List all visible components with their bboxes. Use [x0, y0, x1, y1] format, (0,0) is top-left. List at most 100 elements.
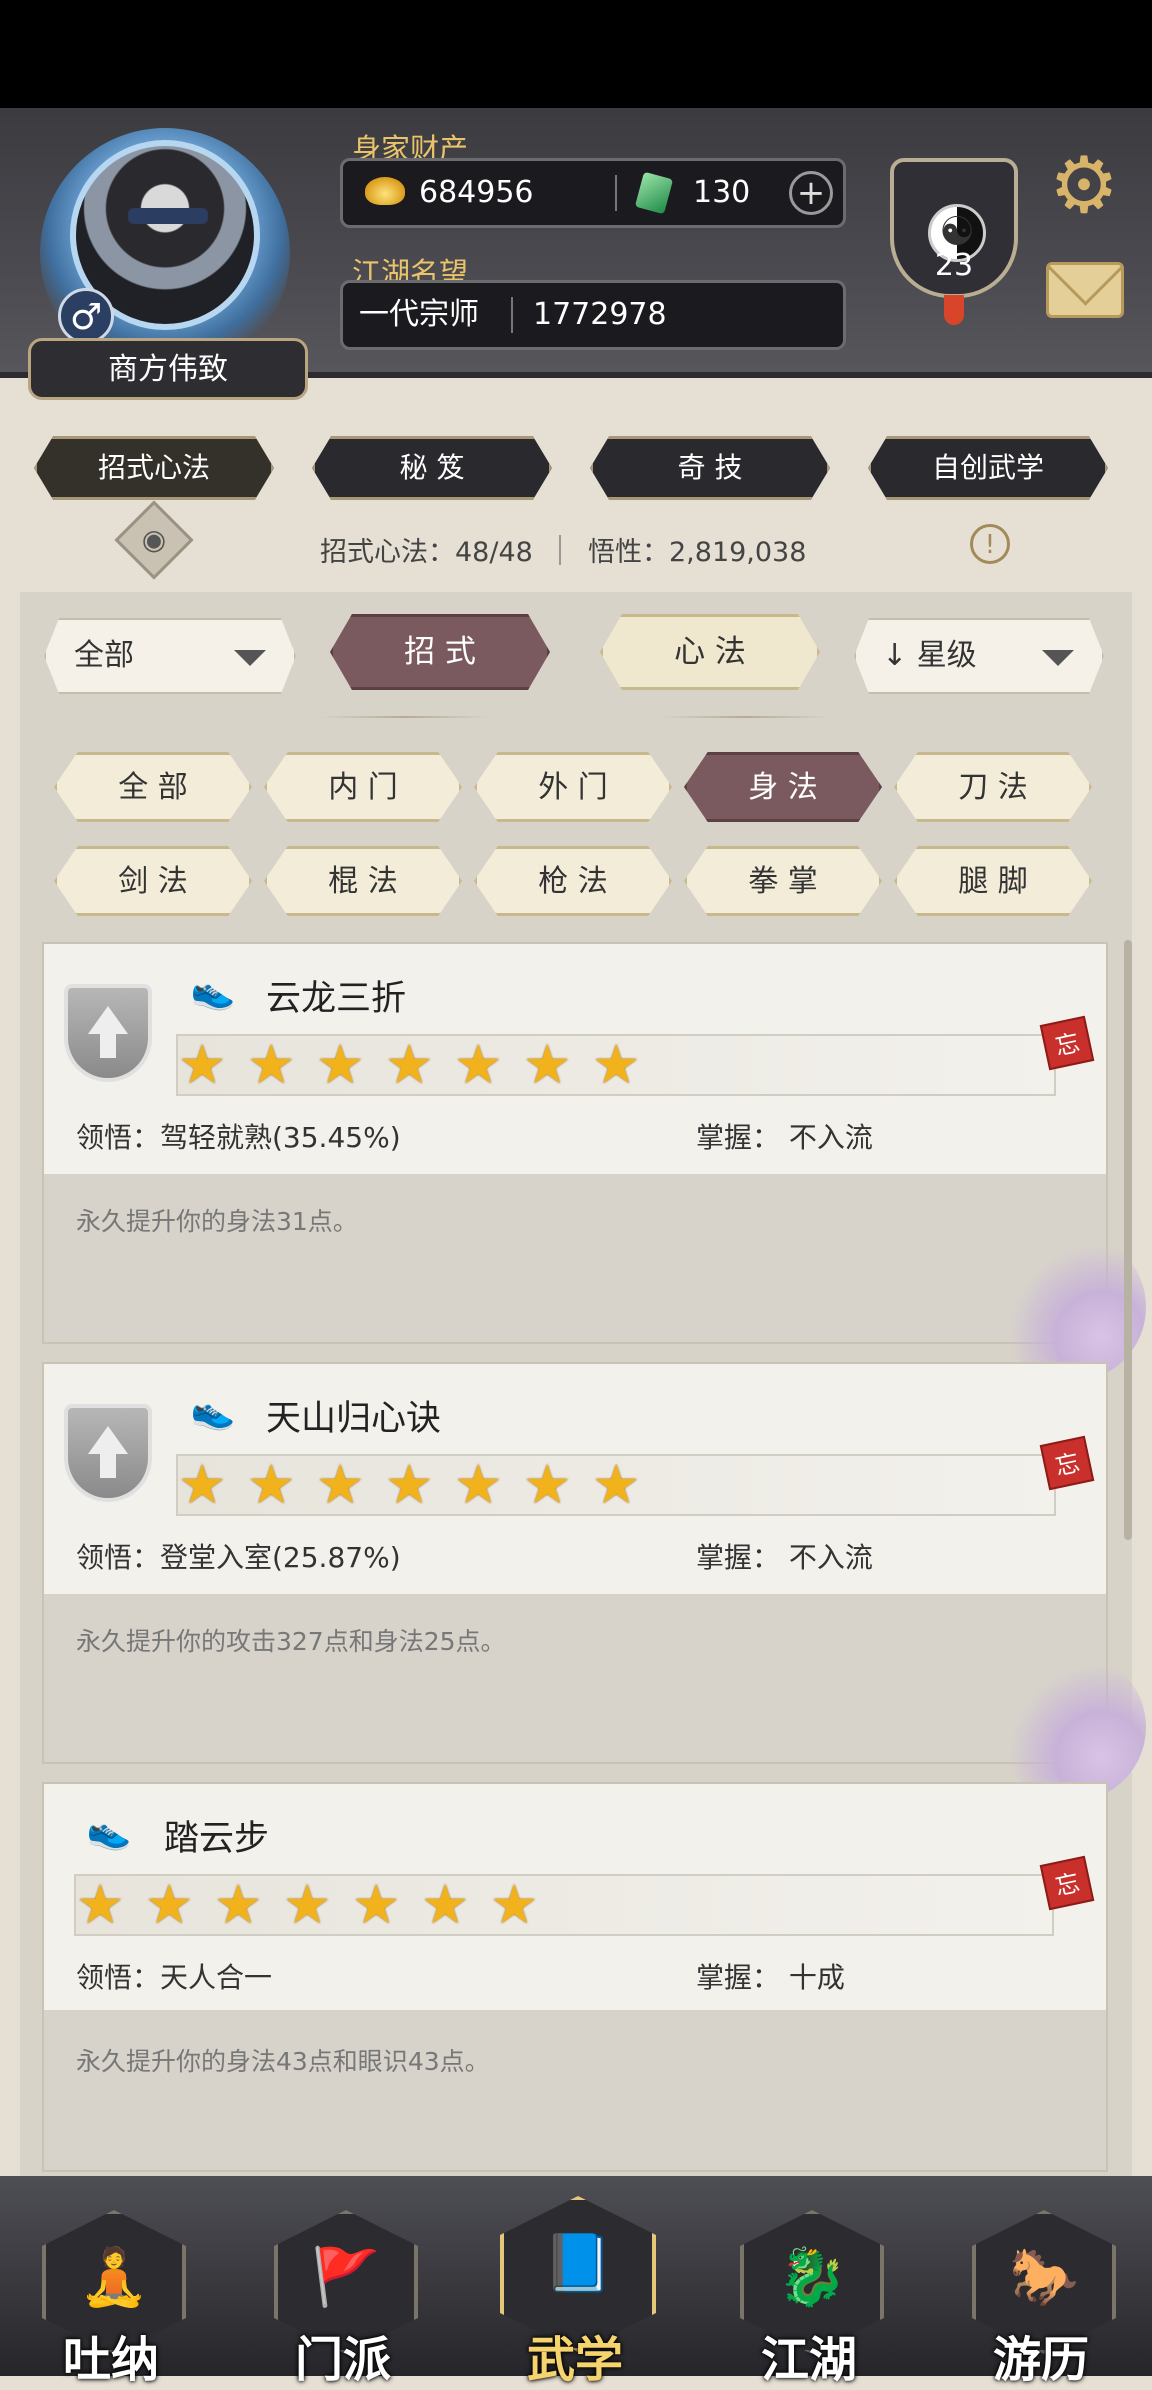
star-icon: ★ [145, 1873, 194, 1936]
gender-icon: ♂ [58, 288, 114, 344]
type-chip-all[interactable]: 全 部 [54, 752, 252, 822]
sect-banner-icon: 🚩 [311, 2245, 381, 2310]
skill-card[interactable]: 👟 云龙三折 ★ ★ ★ ★ ★ ★ ★ 忘 领悟：驾轻就熟(35.45%) 掌… [42, 942, 1146, 1382]
mail-envelope-icon[interactable] [1046, 262, 1124, 318]
segment-methods[interactable]: 心 法 [600, 614, 820, 690]
stats-line: 招式心法：48/48 悟性：2,819,038 [320, 530, 806, 569]
level-value: 23 [934, 248, 974, 283]
ornament-divider [320, 716, 490, 718]
eye-icon[interactable]: ◉ [114, 500, 194, 580]
mastery-text: 掌握： 不入流 [696, 1541, 873, 1574]
movement-boot-icon: 👟 [86, 1811, 132, 1852]
info-alert-icon[interactable]: ! [970, 524, 1010, 564]
skill-description: 永久提升你的身法43点和眼识43点。 [76, 2047, 490, 2076]
gold-ingot-icon [365, 177, 405, 205]
tab-custom-martial[interactable]: 自创武学 [868, 436, 1108, 500]
star-icon: ★ [283, 1873, 332, 1936]
star-icon: ★ [523, 1033, 572, 1096]
comprehension-text: 领悟：登堂入室(25.87%) [76, 1541, 401, 1574]
sect-level-emblem[interactable]: ☯ 23 [890, 140, 1018, 325]
chevron-down-icon [234, 650, 266, 666]
forget-tag-icon[interactable]: 忘 [1039, 1015, 1095, 1071]
star-icon: ★ [454, 1453, 503, 1516]
nav-label: 武学 [526, 2332, 623, 2388]
nav-martial-arts[interactable]: 📘 武学 [500, 2196, 656, 2388]
gold-amount: 684956 [419, 175, 534, 210]
skill-desc-area [44, 1174, 1106, 1342]
star-icon: ★ [385, 1453, 434, 1516]
star-icon: ★ [316, 1453, 365, 1516]
skill-card[interactable]: 👟 踏云步 ★ ★ ★ ★ ★ ★ ★ 忘 领悟：天人合一 掌握： 十成 永久提… [42, 1782, 1108, 2172]
mastery-text: 掌握： 不入流 [696, 1121, 873, 1154]
star-icon: ★ [454, 1033, 503, 1096]
nav-label: 游历 [992, 2332, 1089, 2388]
star-icon: ★ [385, 1033, 434, 1096]
insight-value: 悟性：2,819,038 [588, 537, 807, 568]
nav-travel[interactable]: 🐎 游历 [966, 2196, 1116, 2388]
meditating-monk-icon: 🧘 [79, 2245, 149, 2310]
star-icon: ★ [178, 1033, 227, 1096]
ornament-divider [660, 716, 830, 718]
tab-secret-manuals[interactable]: 秘 笈 [312, 436, 552, 500]
player-name[interactable]: 商方伟致 [28, 338, 308, 400]
comprehension-text: 领悟：天人合一 [76, 1961, 273, 1994]
upgrade-arrow-badge-icon[interactable] [64, 1404, 152, 1502]
star-icon: ★ [523, 1453, 572, 1516]
type-chip-sword[interactable]: 剑 法 [54, 846, 252, 916]
star-icon: ★ [490, 1873, 539, 1936]
star-icon: ★ [214, 1873, 263, 1936]
nav-label: 门派 [294, 2332, 391, 2388]
skill-description: 永久提升你的攻击327点和身法25点。 [76, 1627, 506, 1656]
star-rating: ★ ★ ★ ★ ★ ★ ★ [176, 1034, 1056, 1096]
skill-desc-area [44, 1594, 1106, 1762]
type-chip-inner[interactable]: 内 门 [264, 752, 462, 822]
comprehension-text: 领悟：驾轻就熟(35.45%) [76, 1121, 401, 1154]
cloud-swirl-decoration [996, 1652, 1146, 1802]
skill-desc-area [44, 2010, 1106, 2170]
divider [511, 297, 513, 333]
segment-moves[interactable]: 招 式 [330, 614, 550, 690]
tab-moves-methods[interactable]: 招式心法 [34, 436, 274, 500]
settings-gear-icon[interactable]: ⚙ [1044, 146, 1124, 226]
star-icon: ★ [592, 1033, 641, 1096]
star-icon: ★ [421, 1873, 470, 1936]
jade-amount: 130 [693, 175, 751, 210]
add-currency-button[interactable]: + [789, 171, 833, 215]
category-dropdown[interactable]: 全部 [44, 618, 296, 694]
category-dropdown-value: 全部 [74, 638, 134, 673]
skill-card[interactable]: 👟 天山归心诀 ★ ★ ★ ★ ★ ★ ★ 忘 领悟：登堂入室(25.87%) … [42, 1362, 1146, 1802]
forget-tag-icon[interactable]: 忘 [1039, 1435, 1095, 1491]
scrollbar[interactable] [1124, 940, 1132, 1540]
status-bar [0, 0, 1152, 108]
skill-name: 踏云步 [164, 1819, 270, 1859]
star-icon: ★ [592, 1453, 641, 1516]
type-chip-blade[interactable]: 刀 法 [894, 752, 1092, 822]
sort-arrow-icon: ↓ [882, 638, 908, 673]
nav-label: 吐纳 [62, 2332, 159, 2388]
nav-breathing[interactable]: 🧘 吐纳 [36, 2196, 186, 2388]
type-chip-leg[interactable]: 腿 脚 [894, 846, 1092, 916]
sort-dropdown-value: 星级 [916, 638, 977, 673]
sort-dropdown[interactable]: ↓ 星级 [854, 618, 1104, 694]
star-icon: ★ [76, 1873, 125, 1936]
star-rating: ★ ★ ★ ★ ★ ★ ★ [176, 1454, 1056, 1516]
upgrade-arrow-badge-icon[interactable] [64, 984, 152, 1082]
nav-jianghu[interactable]: 🐉 江湖 [734, 2196, 884, 2388]
type-chip-outer[interactable]: 外 门 [474, 752, 672, 822]
reputation-bar: 一代宗师 1772978 [340, 280, 846, 350]
star-icon: ★ [178, 1453, 227, 1516]
nav-sect[interactable]: 🚩 门派 [268, 2196, 418, 2388]
horse-icon: 🐎 [1009, 2245, 1079, 2310]
wealth-bar: 684956 130 + [340, 158, 846, 228]
forget-tag-icon[interactable]: 忘 [1039, 1855, 1095, 1911]
type-chip-movement[interactable]: 身 法 [684, 752, 882, 822]
star-icon: ★ [316, 1033, 365, 1096]
tab-special-skills[interactable]: 奇 技 [590, 436, 830, 500]
chevron-down-icon [1042, 650, 1074, 666]
type-chip-fist[interactable]: 拳 掌 [684, 846, 882, 916]
skills-count: 招式心法：48/48 [320, 537, 533, 568]
jade-icon [634, 171, 674, 215]
type-chip-staff[interactable]: 棍 法 [264, 846, 462, 916]
type-chip-spear[interactable]: 枪 法 [474, 846, 672, 916]
mastery-text: 掌握： 十成 [696, 1961, 845, 1994]
